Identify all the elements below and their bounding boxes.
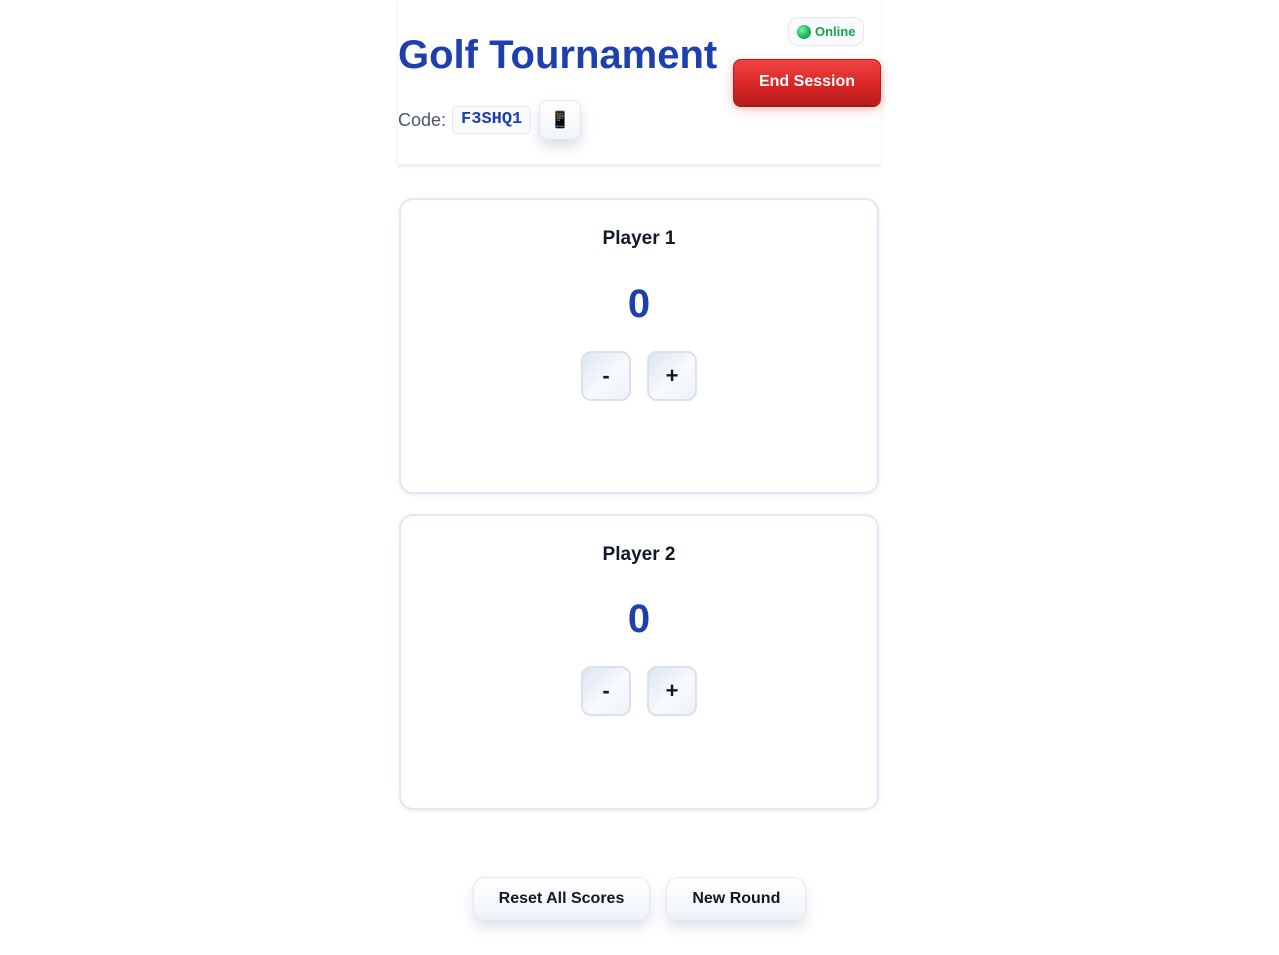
- player-score: 0: [627, 282, 651, 326]
- score-controls: - +: [401, 666, 877, 716]
- increment-score-button[interactable]: +: [647, 351, 697, 401]
- reset-all-scores-button[interactable]: Reset All Scores: [472, 877, 651, 921]
- player-name: Player 2: [602, 544, 676, 565]
- player-score: 0: [627, 597, 651, 641]
- status-badge: Online: [788, 17, 865, 46]
- session-code-value[interactable]: F3SHQ1: [452, 106, 532, 134]
- increment-score-button[interactable]: +: [647, 666, 697, 716]
- player-name: Player 1: [602, 228, 676, 249]
- session-code-label: Code:: [398, 109, 447, 130]
- app-root: Golf Tournament Code: F3SHQ1 📱 Online En…: [0, 0, 1279, 955]
- player-card-1: Player 1 0 - +: [399, 198, 879, 494]
- session-header: Golf Tournament Code: F3SHQ1 📱 Online En…: [398, 0, 881, 165]
- decrement-score-button[interactable]: -: [581, 351, 631, 401]
- session-code-row: Code: F3SHQ1 📱: [398, 100, 582, 140]
- decrement-score-button[interactable]: -: [581, 666, 631, 716]
- status-label: Online: [815, 24, 856, 39]
- score-controls: - +: [401, 351, 877, 401]
- player-card-2: Player 2 0 - +: [399, 514, 879, 810]
- share-code-button[interactable]: 📱: [539, 100, 582, 140]
- page-title: Golf Tournament: [398, 33, 718, 77]
- phone-icon: 📱: [550, 112, 571, 129]
- footer-actions: Reset All Scores New Round: [0, 877, 1279, 921]
- new-round-button[interactable]: New Round: [666, 877, 807, 921]
- online-status-icon: [797, 24, 811, 39]
- end-session-button[interactable]: End Session: [733, 59, 881, 105]
